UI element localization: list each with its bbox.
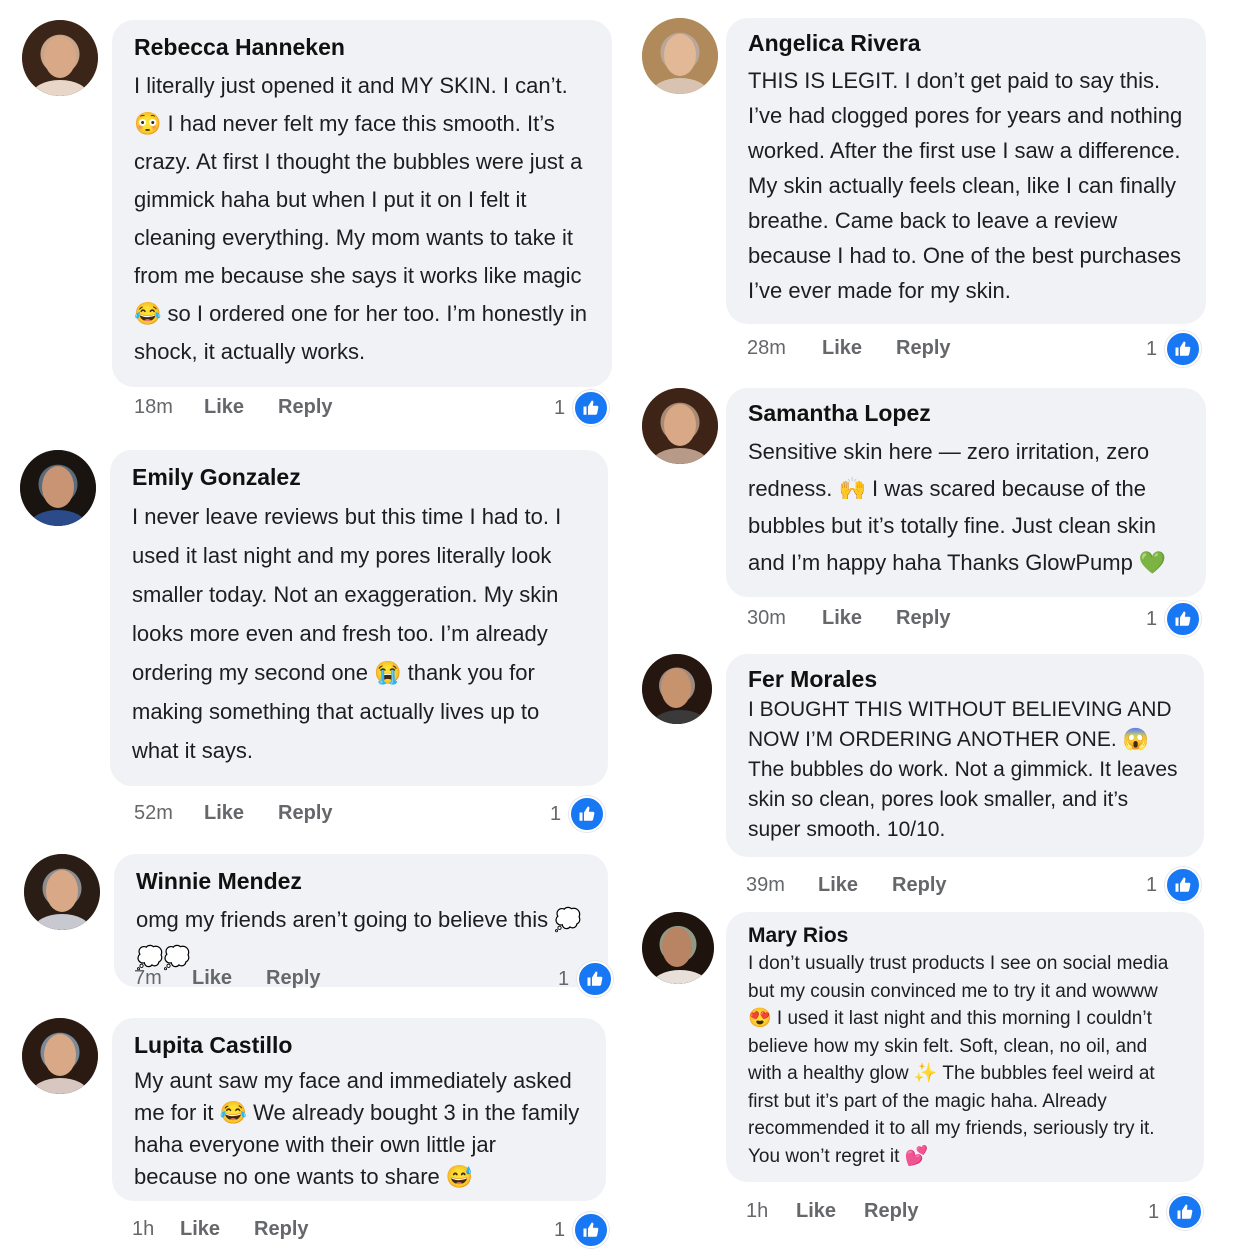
comment-text: I don’t usually trust products I see on … [748,953,1169,1167]
like-count-number: 1 [1148,1200,1160,1223]
comment-bubble: Angelica Rivera THIS IS LEGIT. I don’t g… [726,18,1206,324]
like-count[interactable]: 1 [1146,331,1202,367]
comment-actions: 39m Like Reply [746,874,947,897]
like-count-number: 1 [558,967,570,990]
comment-bubble: Emily Gonzalez I never leave reviews but… [110,450,608,786]
comment-actions: 18m Like Reply [134,396,333,419]
like-count[interactable]: 1 [1146,601,1202,637]
like-button[interactable]: Like [822,607,862,630]
reply-button[interactable]: Reply [892,874,946,897]
reply-button[interactable]: Reply [896,607,950,630]
avatar[interactable] [24,854,100,930]
timestamp: 7m [134,967,162,989]
like-count-number: 1 [1146,607,1158,630]
avatar[interactable] [20,450,96,526]
comment-text: I literally just opened it and MY SKIN. … [134,73,587,364]
thumbs-up-icon [1165,331,1202,367]
comment-bubble: Samantha Lopez Sensitive skin here — zer… [726,388,1206,597]
like-button[interactable]: Like [180,1218,220,1241]
comment-text: I BOUGHT THIS WITHOUT BELIEVING AND NOW … [748,698,1178,841]
comment-actions: 52m Like Reply [134,802,333,825]
comment-actions: 1h Like Reply [746,1200,919,1223]
comment-actions: 1h Like Reply [132,1218,309,1241]
reply-button[interactable]: Reply [254,1218,308,1241]
timestamp: 30m [747,607,786,629]
like-button[interactable]: Like [818,874,858,897]
like-button[interactable]: Like [204,396,244,419]
commenter-name[interactable]: Mary Rios [748,924,1182,948]
avatar[interactable] [22,1018,98,1094]
like-count-number: 1 [1146,337,1158,360]
reply-button[interactable]: Reply [278,396,332,419]
like-count[interactable]: 1 [554,390,610,426]
like-count-number: 1 [554,396,566,419]
reply-button[interactable]: Reply [266,967,320,990]
thumbs-up-icon [1165,867,1202,903]
like-count[interactable]: 1 [550,796,606,832]
like-button[interactable]: Like [796,1200,836,1223]
comment-text: I never leave reviews but this time I ha… [132,504,562,763]
timestamp: 1h [132,1218,155,1240]
comment-actions: 7m Like Reply [134,967,321,990]
like-button[interactable]: Like [192,967,232,990]
like-count[interactable]: 1 [1148,1194,1204,1230]
avatar[interactable] [642,18,718,94]
thumbs-up-icon [577,961,614,997]
commenter-name[interactable]: Angelica Rivera [748,30,1184,57]
like-button[interactable]: Like [204,802,244,825]
reply-button[interactable]: Reply [896,337,950,360]
like-count[interactable]: 1 [1146,867,1202,903]
thumbs-up-icon [573,1212,610,1248]
avatar[interactable] [642,654,712,724]
avatar[interactable] [642,388,718,464]
timestamp: 18m [134,396,173,418]
comment-bubble: Mary Rios I don’t usually trust products… [726,912,1204,1182]
comment-text: omg my friends aren’t going to believe t… [136,907,582,970]
thumbs-up-icon [1167,1194,1204,1230]
thumbs-up-icon [1165,601,1202,637]
like-count-number: 1 [550,802,562,825]
reply-button[interactable]: Reply [864,1200,918,1223]
comment-bubble: Lupita Castillo My aunt saw my face and … [112,1018,606,1201]
comment-text: My aunt saw my face and immediately aske… [134,1068,580,1189]
timestamp: 28m [747,337,786,359]
avatar[interactable] [642,912,714,984]
commenter-name[interactable]: Lupita Castillo [134,1032,584,1059]
timestamp: 39m [746,874,785,896]
like-count[interactable]: 1 [554,1212,610,1248]
like-count-number: 1 [1146,873,1158,896]
reply-button[interactable]: Reply [278,802,332,825]
commenter-name[interactable]: Fer Morales [748,666,1182,693]
commenter-name[interactable]: Rebecca Hanneken [134,34,590,61]
like-button[interactable]: Like [822,337,862,360]
commenter-name[interactable]: Emily Gonzalez [132,464,586,491]
comment-text: Sensitive skin here — zero irritation, z… [748,439,1167,575]
commenter-name[interactable]: Samantha Lopez [748,400,1184,427]
comment-bubble: Rebecca Hanneken I literally just opened… [112,20,612,387]
timestamp: 1h [746,1200,769,1222]
thumbs-up-icon [573,390,610,426]
avatar[interactable] [22,20,98,96]
thumbs-up-icon [569,796,606,832]
comment-text: THIS IS LEGIT. I don’t get paid to say t… [748,68,1183,303]
commenter-name[interactable]: Winnie Mendez [136,868,586,895]
comment-bubble: Fer Morales I BOUGHT THIS WITHOUT BELIEV… [726,654,1204,857]
like-count-number: 1 [554,1218,566,1241]
timestamp: 52m [134,802,173,824]
comment-actions: 28m Like Reply [747,337,951,360]
like-count[interactable]: 1 [558,961,614,997]
comment-actions: 30m Like Reply [747,607,951,630]
